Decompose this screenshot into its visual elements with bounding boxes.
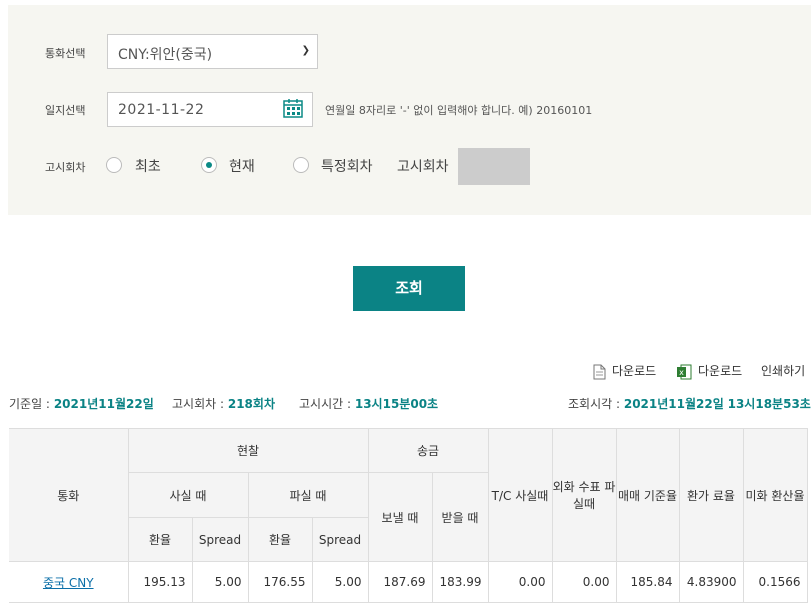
- print-link[interactable]: 인쇄하기: [761, 362, 805, 379]
- header-buy: 사실 때: [127, 472, 249, 518]
- radio-current-label: 현재: [229, 159, 255, 175]
- time-info-value: 13시15분00초: [354, 397, 439, 411]
- sell-rate-cell: 176.55: [247, 561, 313, 603]
- currency-cell: 중국 CNY: [9, 561, 129, 603]
- header-currency: 통화: [9, 428, 129, 562]
- header-tc: T/C 사실때: [487, 428, 553, 562]
- query-time-value: 13시18분53초: [727, 397, 811, 411]
- base-date-value: 2021년11월22일: [53, 397, 154, 411]
- header-conversion-rate: 환가 료율: [678, 428, 744, 562]
- tc-cell: 0.00: [487, 561, 553, 603]
- usd-rate-cell: 0.1566: [742, 561, 808, 603]
- round-label: 고시회차: [45, 161, 86, 174]
- query-time-label: 조회시각 :: [568, 397, 621, 411]
- header-sell-spread: Spread: [311, 517, 369, 562]
- header-remit: 송금: [367, 428, 489, 473]
- radio-first[interactable]: [106, 157, 122, 173]
- radio-specific-label: 특정회차: [321, 159, 373, 175]
- excel-download-link[interactable]: x 다운로드: [676, 362, 742, 380]
- date-hint: 연월일 8자리로 '-' 없이 입력해야 합니다. 예) 20160101: [325, 104, 593, 117]
- round-inline-label: 고시회차: [397, 159, 449, 175]
- header-sell-rate: 환율: [247, 517, 313, 562]
- chevron-down-icon: ❯: [301, 45, 310, 56]
- calendar-icon[interactable]: [283, 98, 303, 118]
- header-foreign-check: 외화 수표 파실때: [551, 428, 617, 562]
- currency-link[interactable]: 중국 CNY: [43, 576, 94, 590]
- search-button[interactable]: 조회: [353, 266, 465, 311]
- base-date-label: 기준일 :: [9, 397, 50, 411]
- conversion-rate-cell: 4.83900: [678, 561, 744, 603]
- excel-icon: x: [677, 364, 692, 379]
- radio-first-label: 최초: [135, 159, 161, 175]
- header-send: 보낼 때: [367, 472, 433, 562]
- radio-specific[interactable]: [293, 157, 309, 173]
- radio-current[interactable]: [201, 157, 217, 173]
- date-label: 일지선택: [45, 104, 86, 117]
- excel-download-label: 다운로드: [698, 364, 743, 378]
- header-buy-rate: 환율: [127, 517, 193, 562]
- round-info-label: 고시회차 :: [172, 397, 225, 411]
- time-info-label: 고시시간 :: [299, 397, 352, 411]
- header-usd-rate: 미화 환산율: [742, 428, 808, 562]
- pdf-download-link[interactable]: 다운로드: [593, 362, 656, 380]
- currency-select[interactable]: CNY:위안(중국) ❯: [107, 34, 318, 69]
- currency-select-value: CNY:위안(중국): [118, 47, 213, 63]
- query-date-value: 2021년11월22일: [623, 397, 724, 411]
- table-row: 중국 CNY 195.13 5.00 176.55 5.00 187.69 18…: [9, 561, 808, 603]
- round-info-value: 218회차: [227, 397, 275, 411]
- header-base-rate: 매매 기준율: [615, 428, 680, 562]
- header-buy-spread: Spread: [191, 517, 249, 562]
- buy-rate-cell: 195.13: [127, 561, 193, 603]
- document-icon: [593, 364, 606, 379]
- svg-text:x: x: [679, 368, 684, 377]
- foreign-check-cell: 0.00: [551, 561, 617, 603]
- sell-spread-cell: 5.00: [311, 561, 369, 603]
- currency-label: 통화선택: [45, 47, 86, 60]
- header-sell: 파실 때: [247, 472, 369, 518]
- send-cell: 187.69: [367, 561, 433, 603]
- round-number-input[interactable]: [458, 148, 530, 185]
- buy-spread-cell: 5.00: [191, 561, 249, 603]
- header-cash: 현찰: [127, 428, 369, 473]
- header-receive: 받을 때: [431, 472, 489, 562]
- exchange-rate-table: 통화 현찰 송금 T/C 사실때 외화 수표 파실때 매매 기준율 환가 료율 …: [9, 428, 808, 603]
- base-rate-cell: 185.84: [615, 561, 680, 603]
- pdf-download-label: 다운로드: [612, 364, 657, 378]
- receive-cell: 183.99: [431, 561, 489, 603]
